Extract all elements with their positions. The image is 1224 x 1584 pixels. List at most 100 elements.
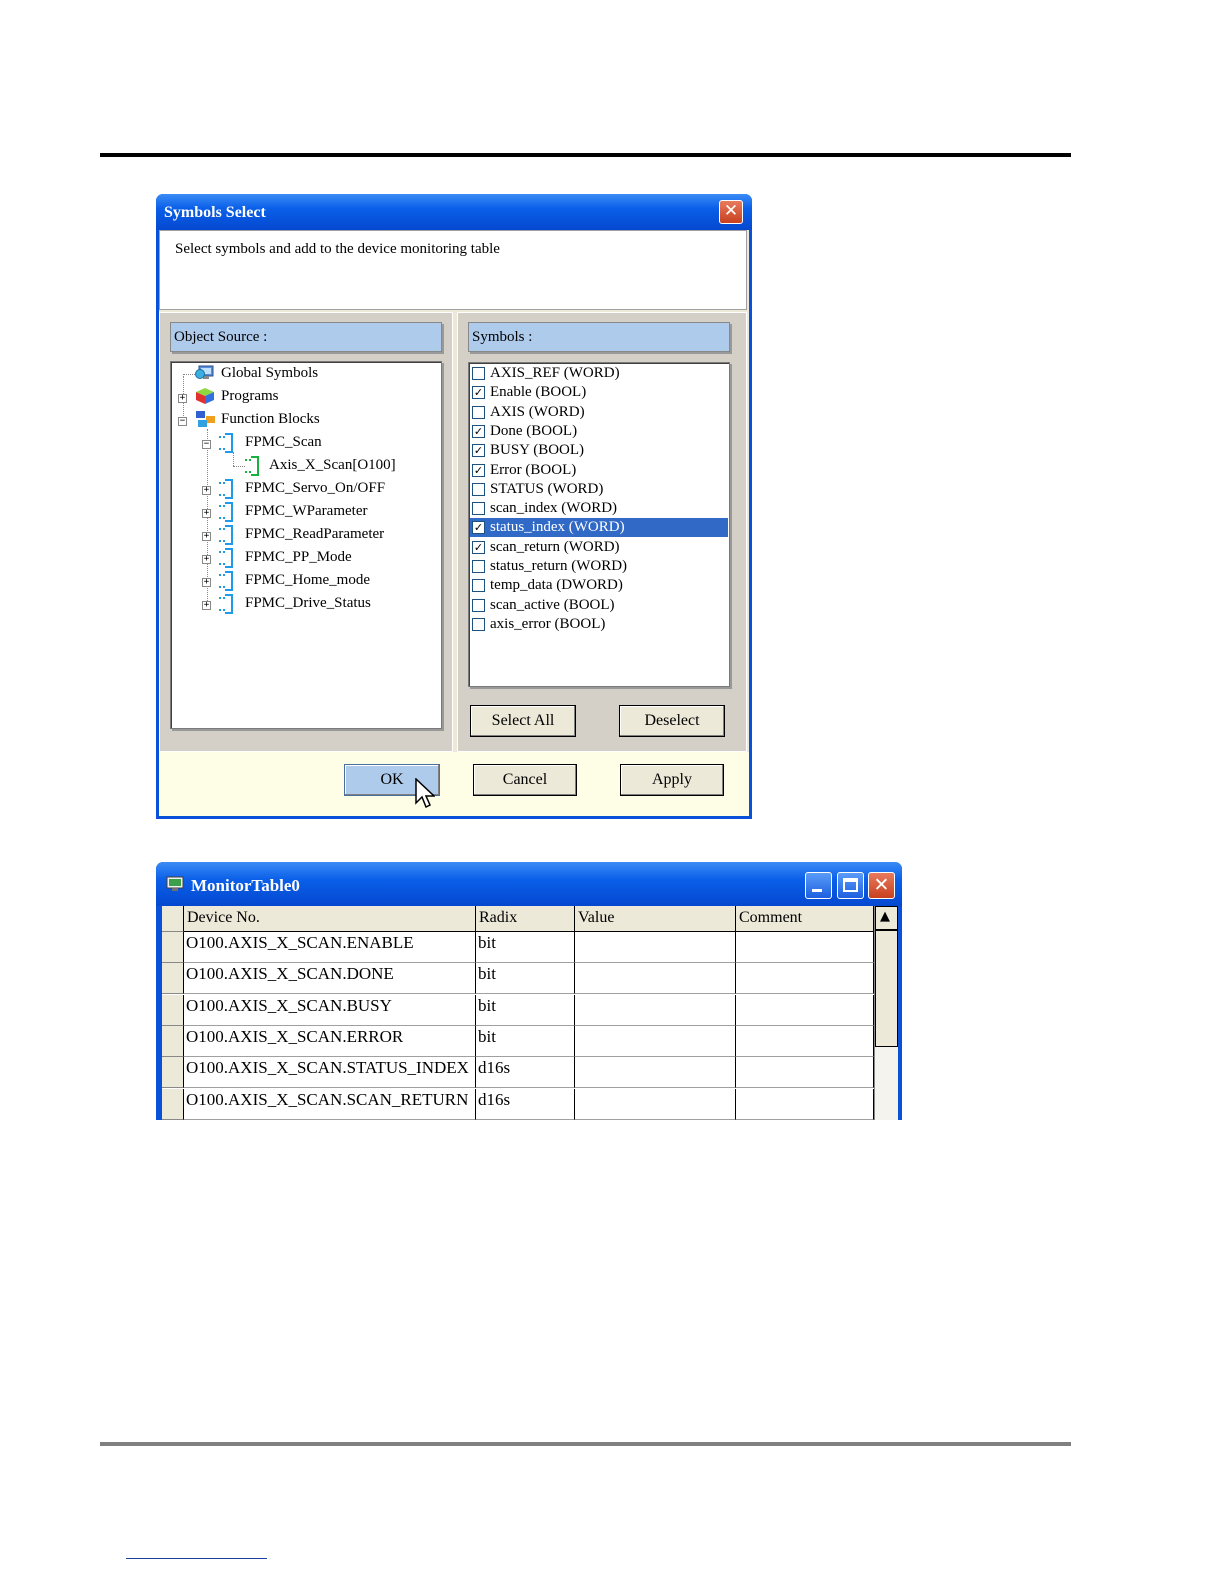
cell-comment[interactable] xyxy=(736,1025,874,1057)
checkbox-checked[interactable]: ✓ xyxy=(472,521,485,535)
column-header-radix[interactable]: Radix xyxy=(476,906,575,932)
symbol-item[interactable]: axis_error (BOOL) xyxy=(470,615,728,634)
deselect-button[interactable]: Deselect xyxy=(619,705,725,737)
cell-value[interactable] xyxy=(575,1025,736,1057)
symbol-item[interactable]: ✓ scan_return (WORD) xyxy=(470,538,728,557)
symbol-item[interactable]: status_return (WORD) xyxy=(470,557,728,576)
expand-icon[interactable]: + xyxy=(202,578,211,587)
cell-comment[interactable] xyxy=(736,932,874,963)
symbol-item[interactable]: ✓ BUSY (BOOL) xyxy=(470,441,728,460)
symbol-item[interactable]: ✓ status_index (WORD) xyxy=(470,518,728,538)
checkbox-unchecked[interactable] xyxy=(472,367,485,380)
row-header[interactable] xyxy=(162,1025,184,1057)
cell-device[interactable]: O100.AXIS_X_SCAN.ENABLE xyxy=(184,932,476,963)
cell-device[interactable]: O100.AXIS_X_SCAN.STATUS_INDEX xyxy=(184,1057,476,1089)
vertical-scrollbar[interactable]: ▲ xyxy=(874,906,898,1120)
monitor-close-button[interactable]: ✕ xyxy=(868,872,895,899)
cell-value[interactable] xyxy=(575,963,736,995)
checkbox-unchecked[interactable] xyxy=(472,560,485,573)
cell-value[interactable] xyxy=(575,994,736,1026)
symbol-item[interactable]: AXIS_REF (WORD) xyxy=(470,364,728,383)
cell-radix[interactable]: d16s xyxy=(476,1088,575,1120)
symbol-item[interactable]: AXIS (WORD) xyxy=(470,403,728,422)
cell-device[interactable]: O100.AXIS_X_SCAN.DONE xyxy=(184,963,476,995)
symbols-pane: Symbols : AXIS_REF (WORD) ✓ Enable (BOOL) A… xyxy=(457,312,747,752)
cell-value[interactable] xyxy=(575,932,736,963)
symbol-item[interactable]: ✓ Enable (BOOL) xyxy=(470,383,728,402)
function-block-icon xyxy=(219,479,233,499)
expand-icon[interactable]: + xyxy=(202,486,211,495)
cell-radix[interactable]: bit xyxy=(476,963,575,995)
checkbox-checked[interactable]: ✓ xyxy=(472,444,485,458)
tree-label: Global Symbols xyxy=(221,365,319,381)
cell-radix[interactable]: bit xyxy=(476,932,575,963)
maximize-button[interactable] xyxy=(837,872,864,899)
dialog-titlebar[interactable]: Symbols Select ✕ xyxy=(156,194,752,230)
apply-button[interactable]: Apply xyxy=(620,764,724,796)
minimize-button[interactable] xyxy=(805,872,832,899)
cell-comment[interactable] xyxy=(736,1088,874,1120)
column-header-value[interactable]: Value xyxy=(575,906,736,932)
cell-device[interactable]: O100.AXIS_X_SCAN.BUSY xyxy=(184,994,476,1026)
checkbox-unchecked[interactable] xyxy=(472,405,485,419)
symbol-item[interactable]: scan_index (WORD) xyxy=(470,499,728,518)
symbol-label: AXIS (WORD) xyxy=(490,403,585,420)
symbol-item[interactable]: STATUS (WORD) xyxy=(470,480,728,499)
tree-label: Function Blocks xyxy=(221,411,320,427)
symbol-item[interactable]: ✓ Done (BOOL) xyxy=(470,422,728,441)
expand-icon[interactable]: + xyxy=(202,532,211,541)
expand-icon[interactable]: + xyxy=(178,394,187,403)
select-all-button[interactable]: Select All xyxy=(470,705,576,737)
column-header-device[interactable]: Device No. xyxy=(184,906,476,932)
expand-icon[interactable]: + xyxy=(202,555,211,564)
object-source-header: Object Source : xyxy=(170,322,442,352)
tree-label: Axis_X_Scan[O100] xyxy=(269,457,396,473)
monitor-titlebar[interactable]: MonitorTable0 ✕ xyxy=(156,862,902,906)
checkbox-unchecked[interactable] xyxy=(472,598,485,612)
symbol-item[interactable]: temp_data (DWORD) xyxy=(470,576,728,595)
cell-comment[interactable] xyxy=(736,994,874,1026)
collapse-icon[interactable]: − xyxy=(178,417,187,426)
object-source-tree[interactable]: Global Symbols + Programs − Function Blo… xyxy=(170,361,442,729)
symbol-label: Done (BOOL) xyxy=(490,422,578,439)
row-header[interactable] xyxy=(162,963,184,995)
checkbox-unchecked[interactable] xyxy=(472,617,485,631)
row-header[interactable] xyxy=(162,994,184,1026)
cell-device[interactable]: O100.AXIS_X_SCAN.SCAN_RETURN xyxy=(184,1088,476,1120)
checkbox-unchecked[interactable] xyxy=(472,579,485,593)
dialog-close-button[interactable]: ✕ xyxy=(719,200,743,224)
checkbox-checked[interactable]: ✓ xyxy=(472,424,485,438)
expand-icon[interactable]: + xyxy=(202,509,211,518)
symbols-list[interactable]: AXIS_REF (WORD) ✓ Enable (BOOL) AXIS (WORD)… xyxy=(468,362,730,687)
cell-value[interactable] xyxy=(575,1057,736,1089)
symbol-item[interactable]: ✓ Error (BOOL) xyxy=(470,461,728,480)
cell-radix[interactable]: d16s xyxy=(476,1057,575,1089)
checkbox-checked[interactable]: ✓ xyxy=(472,386,485,400)
checkbox-checked[interactable]: ✓ xyxy=(472,540,485,554)
cell-comment[interactable] xyxy=(736,963,874,995)
symbol-item[interactable]: scan_active (BOOL) xyxy=(470,596,728,615)
scroll-up-button[interactable]: ▲ xyxy=(875,906,898,930)
monitor-title: MonitorTable0 xyxy=(191,876,300,895)
expand-icon[interactable]: + xyxy=(202,601,211,610)
monitor-grid[interactable]: Device No. Radix Value Comment ▲ O100.AX… xyxy=(162,906,898,1120)
row-header[interactable] xyxy=(162,1088,184,1120)
cell-comment[interactable] xyxy=(736,1057,874,1089)
checkbox-checked[interactable]: ✓ xyxy=(472,463,485,477)
cell-radix[interactable]: bit xyxy=(476,994,575,1026)
checkbox-unchecked[interactable] xyxy=(472,482,485,496)
function-block-icon xyxy=(219,502,233,522)
maximize-icon xyxy=(843,878,858,892)
column-header-comment[interactable]: Comment xyxy=(736,906,874,932)
checkbox-unchecked[interactable] xyxy=(472,502,485,516)
cancel-button[interactable]: Cancel xyxy=(473,764,577,796)
scroll-thumb[interactable] xyxy=(875,930,898,1047)
globe-monitor-icon xyxy=(195,365,214,379)
cell-radix[interactable]: bit xyxy=(476,1025,575,1057)
row-header[interactable] xyxy=(162,1057,184,1089)
collapse-icon[interactable]: − xyxy=(202,440,211,449)
function-block-icon xyxy=(219,433,233,453)
row-header[interactable] xyxy=(162,932,184,963)
cell-device[interactable]: O100.AXIS_X_SCAN.ERROR xyxy=(184,1025,476,1057)
cell-value[interactable] xyxy=(575,1088,736,1120)
